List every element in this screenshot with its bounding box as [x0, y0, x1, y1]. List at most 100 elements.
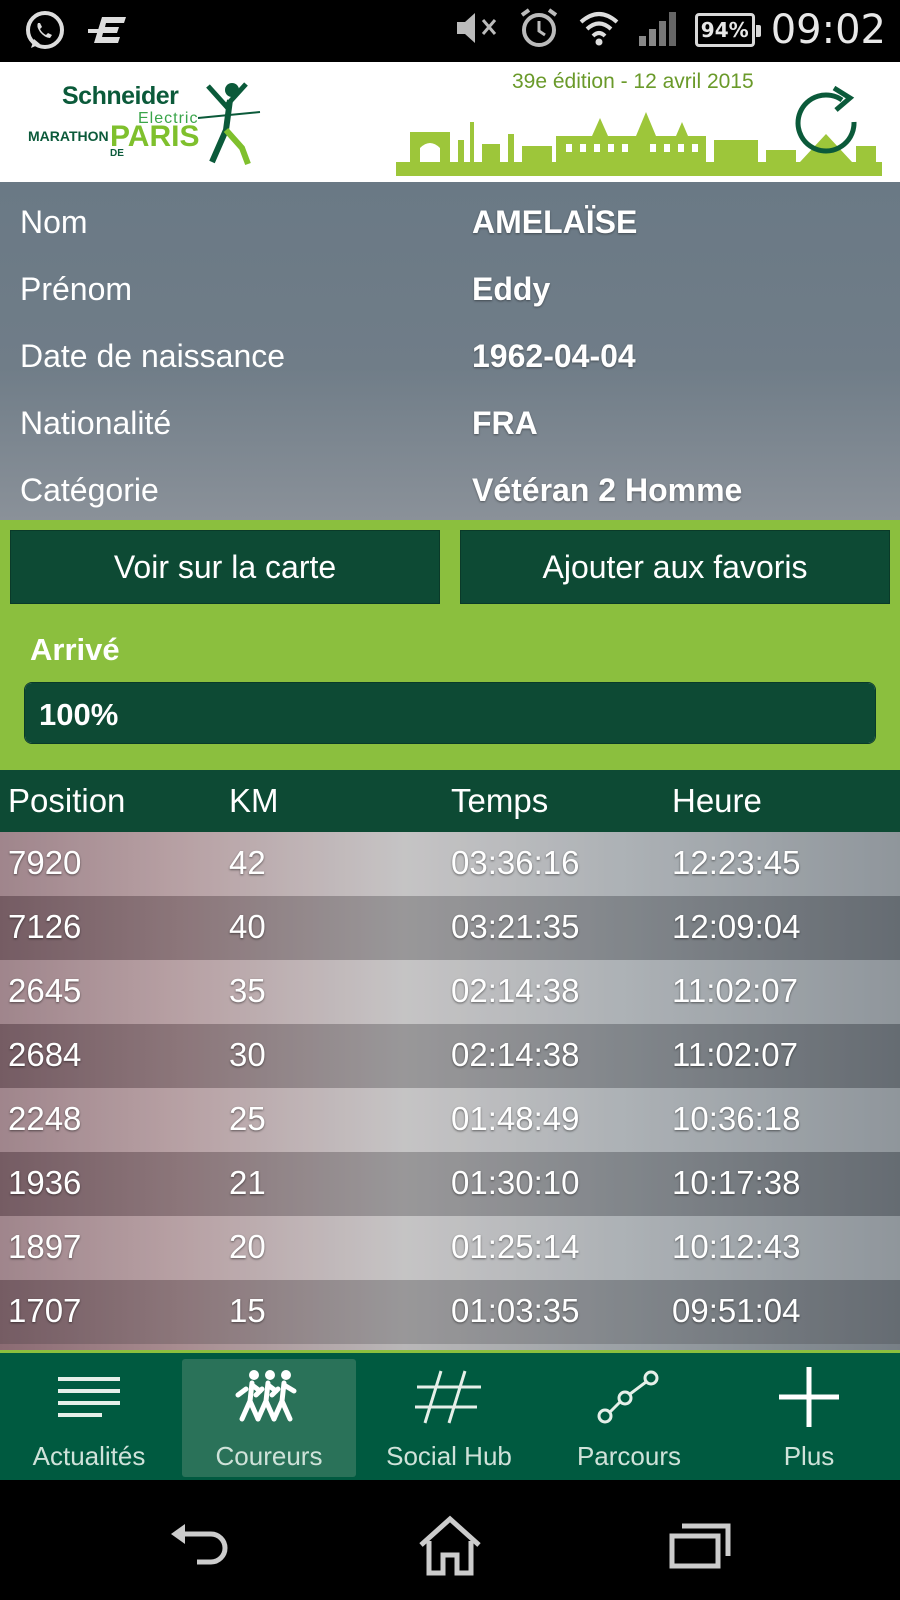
- info-row-prenom: Prénom Eddy: [0, 261, 900, 321]
- bottom-navigation: Actualités Coureurs Social Hub Parcours …: [0, 1350, 900, 1480]
- column-header-km: KM: [229, 782, 279, 819]
- recent-apps-icon[interactable]: [665, 1510, 735, 1580]
- logo-text-marathon: MARATHON: [28, 128, 109, 144]
- info-value: Vétéran 2 Homme: [472, 472, 743, 508]
- add-to-favorites-button[interactable]: Ajouter aux favoris: [460, 530, 890, 604]
- cell-position: 1897: [8, 1228, 82, 1265]
- info-label: Nom: [20, 204, 88, 240]
- signal-icon: [637, 8, 679, 52]
- cell-heure: 12:23:45: [672, 844, 801, 881]
- clock: 09:02: [770, 7, 886, 53]
- info-value: 1962-04-04: [472, 338, 636, 374]
- cell-heure: 11:02:07: [672, 972, 799, 1009]
- mute-icon: [453, 6, 501, 54]
- info-label: Catégorie: [20, 472, 159, 508]
- cell-temps: 02:14:38: [451, 1036, 580, 1073]
- cell-heure: 12:09:04: [672, 908, 801, 945]
- runner-info-panel: Nom AMELAÏSE Prénom Eddy Date de naissan…: [0, 182, 900, 520]
- cell-temps: 03:36:16: [451, 844, 580, 881]
- column-header-temps: Temps: [451, 782, 549, 819]
- info-label: Nationalité: [20, 405, 172, 441]
- table-row: 7920 42 03:36:16 12:23:45: [0, 832, 900, 896]
- wifi-icon: [577, 8, 621, 52]
- sync-e-icon: [86, 11, 130, 55]
- cell-km: 35: [229, 972, 266, 1009]
- info-row-categorie: Catégorie Vétéran 2 Homme: [0, 462, 900, 522]
- cell-position: 2645: [8, 972, 82, 1009]
- nav-label: Coureurs: [215, 1441, 323, 1471]
- cell-position: 2248: [8, 1100, 82, 1137]
- cell-km: 20: [229, 1228, 266, 1265]
- cell-km: 42: [229, 844, 266, 881]
- edition-text: 39e édition - 12 avril 2015: [512, 70, 754, 93]
- cell-heure: 09:51:04: [672, 1292, 801, 1329]
- cell-km: 25: [229, 1100, 266, 1137]
- view-on-map-button[interactable]: Voir sur la carte: [10, 530, 440, 604]
- column-header-position: Position: [8, 782, 126, 819]
- cell-temps: 01:48:49: [451, 1100, 580, 1137]
- marathon-logo: Schneider Electric MARATHON PARIS DE: [28, 76, 268, 172]
- race-status-label: Arrivé: [30, 632, 120, 667]
- info-row-date-naissance: Date de naissance 1962-04-04: [0, 328, 900, 388]
- alarm-icon: [517, 6, 561, 54]
- race-progress-bar: 100%: [24, 682, 876, 744]
- cell-temps: 01:03:35: [451, 1292, 580, 1329]
- battery-icon: 94%: [694, 13, 761, 47]
- cell-position: 7126: [8, 908, 82, 945]
- nav-label: Parcours: [576, 1441, 682, 1471]
- table-row: 1897 20 01:25:14 10:12:43: [0, 1216, 900, 1280]
- info-row-nationalite: Nationalité FRA: [0, 395, 900, 455]
- news-lines-icon: [2, 1367, 176, 1427]
- cell-position: 1707: [8, 1292, 82, 1329]
- runner-logo-icon: [197, 82, 261, 166]
- info-row-nom: Nom AMELAÏSE: [0, 194, 900, 254]
- cell-km: 15: [229, 1292, 266, 1329]
- battery-level: 94%: [700, 18, 749, 42]
- table-row: 1936 21 01:30:10 10:17:38: [0, 1152, 900, 1216]
- cell-temps: 03:21:35: [451, 908, 580, 945]
- nav-label: Plus: [783, 1441, 835, 1471]
- table-row: 2248 25 01:48:49 10:36:18: [0, 1088, 900, 1152]
- logo-text-de: DE: [110, 148, 124, 159]
- system-navigation-bar: [0, 1480, 900, 1600]
- app-header: Schneider Electric MARATHON PARIS DE 39e…: [0, 62, 900, 182]
- runners-icon: [182, 1367, 356, 1427]
- logo-text-schneider: Schneider: [62, 82, 179, 110]
- table-row: 2684 30 02:14:38 11:02:07: [0, 1024, 900, 1088]
- race-progress-text: 100%: [39, 697, 119, 732]
- nav-item-plus[interactable]: Plus: [722, 1359, 896, 1477]
- nav-item-coureurs[interactable]: Coureurs: [182, 1359, 356, 1477]
- info-value: AMELAÏSE: [472, 204, 638, 240]
- cell-temps: 01:30:10: [451, 1164, 580, 1201]
- back-icon[interactable]: [165, 1510, 235, 1580]
- nav-label: Actualités: [32, 1441, 146, 1471]
- nav-item-parcours[interactable]: Parcours: [542, 1359, 716, 1477]
- cell-km: 30: [229, 1036, 266, 1073]
- column-header-heure: Heure: [672, 782, 762, 819]
- splits-table: Position KM Temps Heure 7920 42 03:36:16 12…: [0, 770, 900, 1350]
- info-value: Eddy: [472, 271, 551, 307]
- table-header: Position KM Temps Heure: [0, 770, 900, 832]
- nav-item-social-hub[interactable]: Social Hub: [362, 1359, 536, 1477]
- home-icon[interactable]: [415, 1510, 485, 1580]
- info-label: Date de naissance: [20, 338, 286, 374]
- info-label: Prénom: [20, 271, 133, 307]
- race-progress-fill: [25, 683, 875, 743]
- refresh-icon[interactable]: [784, 82, 868, 170]
- actions-panel: Voir sur la carte Ajouter aux favoris Ar…: [0, 520, 900, 770]
- table-row: 7126 40 03:21:35 12:09:04: [0, 896, 900, 960]
- whatsapp-icon: [22, 8, 68, 58]
- cell-heure: 10:12:43: [672, 1228, 801, 1265]
- cell-position: 7920: [8, 844, 82, 881]
- cell-heure: 11:02:07: [672, 1036, 799, 1073]
- info-value: FRA: [472, 405, 538, 441]
- cell-position: 2684: [8, 1036, 82, 1073]
- cell-temps: 01:25:14: [451, 1228, 580, 1265]
- hashtag-icon: [362, 1367, 536, 1427]
- status-bar: 94% 09:02: [0, 0, 900, 62]
- nav-label: Social Hub: [386, 1441, 512, 1471]
- cell-temps: 02:14:38: [451, 972, 580, 1009]
- cell-km: 21: [229, 1164, 266, 1201]
- nav-item-actualites[interactable]: Actualités: [2, 1359, 176, 1477]
- route-icon: [542, 1367, 716, 1427]
